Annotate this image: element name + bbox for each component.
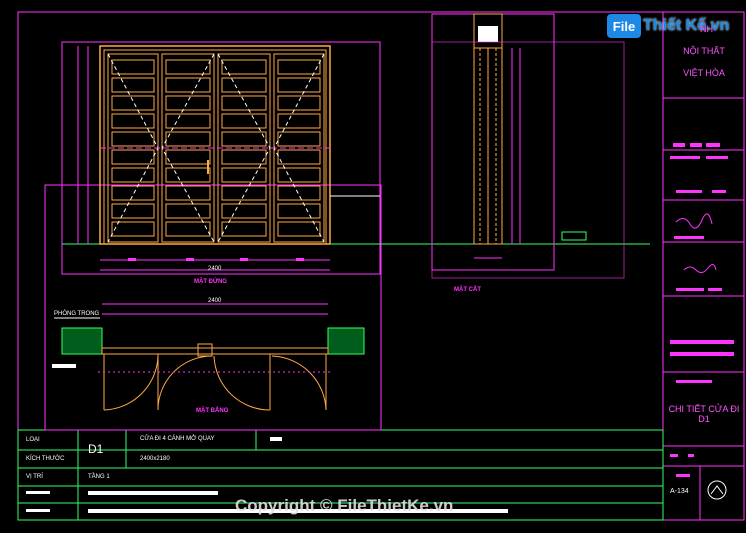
louvre-slat — [165, 131, 211, 147]
company-line1: NỘI THẤT — [683, 46, 725, 56]
door-floor: TẦNG 1 — [88, 474, 110, 480]
drawing-title: CHI TIẾT CỬA ĐI D1 — [668, 404, 740, 425]
louvre-slat — [221, 59, 267, 75]
louvre-slat — [221, 77, 267, 93]
louvre-slat — [165, 113, 211, 129]
louvre-slat — [221, 185, 267, 201]
louvre-slat — [111, 113, 155, 129]
label-kich-thuoc: KÍCH THƯỚC — [26, 456, 65, 462]
louvre-slat — [111, 221, 155, 237]
louvre-slat — [277, 113, 321, 129]
company-partial: NH — [700, 24, 713, 34]
section-title: MẶT CẮT — [454, 287, 481, 293]
copyright-watermark: Copyright © FileThietKe.vn — [235, 496, 454, 515]
label-loai: LOẠI — [26, 437, 40, 443]
plan-title: MẶT BẰNG — [196, 408, 229, 414]
logo-file-badge: File — [607, 14, 641, 38]
door-description: CỬA ĐI 4 CÁNH MỞ QUAY — [140, 436, 215, 442]
louvre-slat — [221, 203, 267, 219]
louvre-slat — [165, 221, 211, 237]
cad-drawing-canvas — [17, 11, 745, 521]
louvre-slat — [165, 167, 211, 183]
louvre-slat — [165, 59, 211, 75]
label-vi-tri: VỊ TRÍ — [26, 474, 43, 480]
louvre-slat — [277, 149, 321, 165]
louvre-slat — [277, 167, 321, 183]
louvre-slat — [111, 203, 155, 219]
louvre-slat — [277, 77, 321, 93]
louvre-slat — [165, 149, 211, 165]
plan-dimension: 2400 — [208, 298, 222, 304]
louvre-slat — [277, 95, 321, 111]
louvre-slat — [111, 149, 155, 165]
louvre-slat — [111, 167, 155, 183]
company-line2: VIỆT HÒA — [683, 68, 725, 78]
louvre-slat — [221, 113, 267, 129]
louvre-slat — [165, 185, 211, 201]
louvre-slat — [221, 131, 267, 147]
louvre-slat — [165, 95, 211, 111]
louvre-slat — [277, 221, 321, 237]
louvre-slat — [277, 203, 321, 219]
sheet-number: A-134 — [670, 488, 689, 495]
louvre-slat — [277, 131, 321, 147]
louvre-slat — [111, 131, 155, 147]
louvre-slat — [111, 77, 155, 93]
louvre-slat — [221, 95, 267, 111]
louvre-slat — [111, 95, 155, 111]
elevation-dimension: 2400 — [208, 266, 222, 272]
louvre-slat — [277, 59, 321, 75]
louvre-slat — [221, 221, 267, 237]
louvre-slat — [277, 185, 321, 201]
louvre-slat — [165, 77, 211, 93]
louvre-slat — [111, 185, 155, 201]
elevation-title: MẶT ĐỨNG — [194, 279, 227, 285]
door-size: 2400x2180 — [140, 456, 170, 462]
room-label: PHÒNG TRONG — [54, 311, 100, 317]
louvre-slat — [111, 59, 155, 75]
louvre-slat — [221, 167, 267, 183]
louvre-slat — [165, 203, 211, 219]
door-code: D1 — [88, 442, 104, 456]
louvre-slat — [221, 149, 267, 165]
